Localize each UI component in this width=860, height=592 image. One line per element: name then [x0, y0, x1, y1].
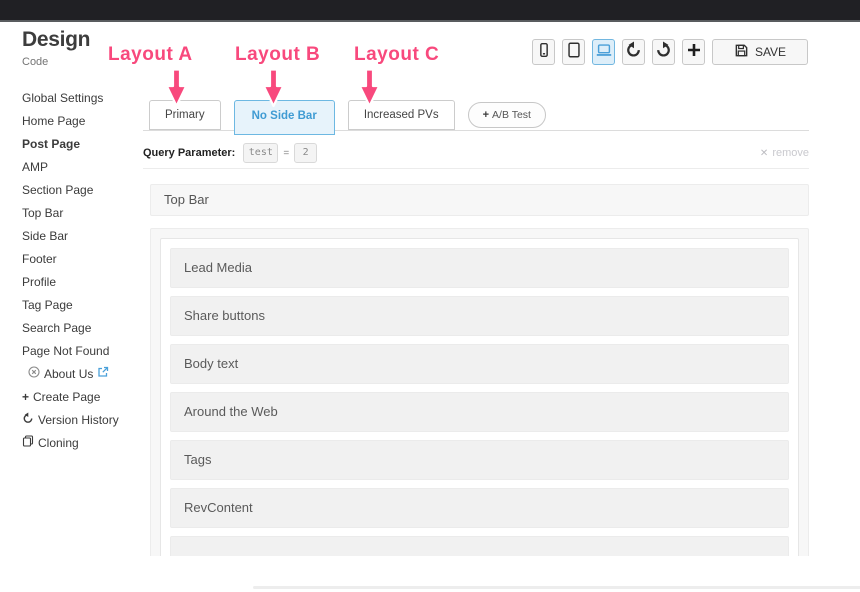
sidebar-item-footer[interactable]: Footer	[22, 248, 147, 271]
sidebar-item-home-page[interactable]: Home Page	[22, 110, 147, 133]
block-label: Top Bar	[151, 185, 808, 215]
sidebar-item-about-us[interactable]: About Us	[22, 363, 147, 386]
layout-block-around-the-web[interactable]: Around the Web	[170, 392, 789, 432]
sidebar-item-label: About Us	[44, 363, 93, 386]
layout-container[interactable]: Lead Media Share buttons Body text Aroun…	[150, 228, 809, 556]
annotation-layout-a: Layout A	[108, 44, 193, 66]
sidebar-item-label: Side Bar	[22, 225, 68, 248]
sidebar-item-version-history[interactable]: Version History	[22, 409, 147, 432]
sidebar-item-label: Tag Page	[22, 294, 73, 317]
layout-block-partial[interactable]	[170, 536, 789, 556]
sidebar-item-label: Top Bar	[22, 202, 63, 225]
below-fold-edge	[253, 586, 860, 589]
sidebar-item-section-page[interactable]: Section Page	[22, 179, 147, 202]
save-label: SAVE	[755, 45, 786, 59]
sidebar-item-label: Home Page	[22, 110, 85, 133]
sidebar-item-tag-page[interactable]: Tag Page	[22, 294, 147, 317]
query-parameter-label: Query Parameter:	[143, 147, 235, 159]
sidebar-item-profile[interactable]: Profile	[22, 271, 147, 294]
save-button[interactable]: SAVE	[712, 39, 808, 65]
sidebar-item-label: Version History	[38, 409, 119, 432]
layout-block-top-bar[interactable]: Top Bar	[150, 184, 809, 216]
query-param-input[interactable]: test	[243, 143, 278, 163]
sidebar-item-label: Page Not Found	[22, 340, 109, 363]
layout-tabs: Primary No Side Bar Increased PVs + A/B …	[149, 100, 546, 135]
sidebar-item-label: Global Settings	[22, 87, 103, 110]
layout-block-tags[interactable]: Tags	[170, 440, 789, 480]
block-label: Share buttons	[171, 297, 788, 335]
add-ab-test-button[interactable]: + A/B Test	[468, 102, 546, 128]
block-label: RevContent	[171, 489, 788, 527]
external-link-icon[interactable]	[97, 363, 109, 386]
plus-icon: +	[483, 109, 489, 121]
desktop-icon	[595, 41, 613, 64]
sidebar-nav: Global Settings Home Page Post Page AMP …	[22, 87, 147, 455]
query-parameter-row: Query Parameter: test = 2 ✕ remove	[143, 142, 809, 164]
mobile-preview-button[interactable]	[532, 39, 555, 65]
save-icon	[734, 43, 749, 61]
tablet-preview-button[interactable]	[562, 39, 585, 65]
sidebar-item-side-bar[interactable]: Side Bar	[22, 225, 147, 248]
sidebar-item-label: Post Page	[22, 133, 80, 156]
equals-sign: =	[283, 148, 289, 159]
design-editor-page: Design Code Global Settings Home Page Po…	[0, 0, 860, 592]
redo-icon	[655, 41, 672, 63]
ab-test-label: A/B Test	[492, 109, 531, 121]
mobile-icon	[535, 41, 553, 64]
layout-block-share-buttons[interactable]: Share buttons	[170, 296, 789, 336]
section-divider	[143, 168, 809, 169]
history-icon	[22, 409, 34, 432]
undo-button[interactable]	[622, 39, 645, 65]
sidebar-item-top-bar[interactable]: Top Bar	[22, 202, 147, 225]
redo-button[interactable]	[652, 39, 675, 65]
sidebar-item-label: Search Page	[22, 317, 91, 340]
sidebar-item-create-page[interactable]: + Create Page	[22, 386, 147, 409]
undo-icon	[625, 41, 642, 63]
sidebar-item-label: Create Page	[33, 386, 100, 409]
arrow-down-icon	[262, 68, 285, 108]
layout-block-lead-media[interactable]: Lead Media	[170, 248, 789, 288]
sidebar-item-cloning[interactable]: Cloning	[22, 432, 147, 455]
tablet-icon	[565, 41, 583, 64]
annotation-layout-b: Layout B	[235, 44, 320, 66]
layout-block-body-text[interactable]: Body text	[170, 344, 789, 384]
sidebar-item-label: Section Page	[22, 179, 93, 202]
add-button[interactable]	[682, 39, 705, 65]
sidebar-item-amp[interactable]: AMP	[22, 156, 147, 179]
sidebar-item-label: AMP	[22, 156, 48, 179]
block-label: Lead Media	[171, 249, 788, 287]
arrow-down-icon	[165, 68, 188, 108]
sidebar-item-search-page[interactable]: Search Page	[22, 317, 147, 340]
plus-icon: +	[22, 386, 29, 409]
sidebar-item-label: Cloning	[38, 432, 79, 455]
sidebar-item-page-not-found[interactable]: Page Not Found	[22, 340, 147, 363]
remove-label: remove	[772, 147, 809, 159]
x-icon: ✕	[760, 148, 768, 159]
sidebar-item-global-settings[interactable]: Global Settings	[22, 87, 147, 110]
arrow-down-icon	[358, 68, 381, 108]
circle-x-icon	[28, 363, 40, 386]
sidebar-item-label: Profile	[22, 271, 56, 294]
sidebar-item-post-page[interactable]: Post Page	[22, 133, 147, 156]
block-label: Body text	[171, 345, 788, 383]
query-value-input[interactable]: 2	[294, 143, 317, 163]
annotation-layout-c: Layout C	[354, 44, 439, 66]
remove-query-button[interactable]: ✕ remove	[760, 147, 809, 159]
content-panel: Lead Media Share buttons Body text Aroun…	[160, 238, 799, 556]
sidebar-item-label: Footer	[22, 248, 57, 271]
desktop-preview-button[interactable]	[592, 39, 615, 65]
plus-icon	[686, 42, 702, 63]
block-label: Around the Web	[171, 393, 788, 431]
editor-toolbar: SAVE	[532, 39, 808, 65]
block-label: Tags	[171, 441, 788, 479]
clone-icon	[22, 432, 34, 455]
layout-block-revcontent[interactable]: RevContent	[170, 488, 789, 528]
app-top-bar	[0, 0, 860, 22]
